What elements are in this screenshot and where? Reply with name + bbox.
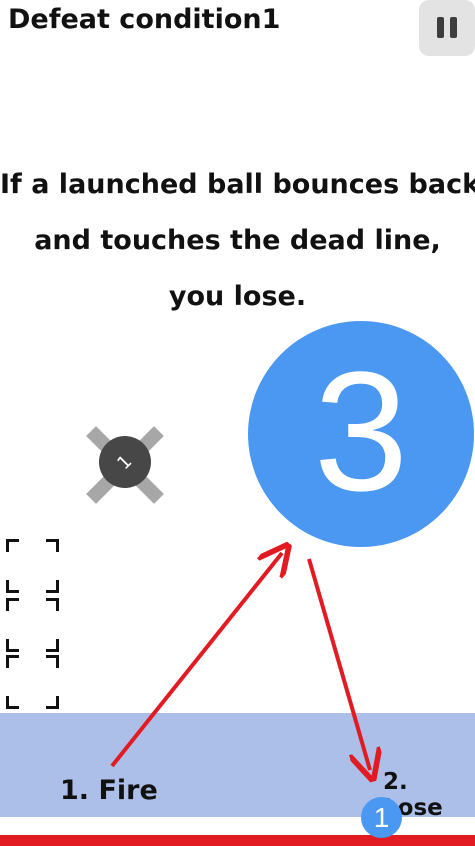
obstacle-hub: 1 [99,436,151,488]
instruction-line: and touches the dead line, [34,225,441,256]
launcher-ball-value: 1 [373,801,390,833]
instruction-line: If a launched ball bounces back [0,169,475,200]
obstacle-value: 1 [113,450,137,474]
fire-label: 1. Fire [60,775,158,806]
target-ball: 3 [248,321,474,547]
empty-slot [6,539,59,593]
empty-slot [6,598,59,652]
defeat-instruction: If a launched ball bounces back and touc… [0,157,475,325]
empty-slot [6,655,59,709]
dead-line [0,835,475,846]
launcher-ball[interactable]: 1 [361,797,402,838]
pause-button[interactable] [419,0,475,56]
pause-icon-bar [450,17,457,38]
pause-icon [437,17,444,38]
obstacle-cross: 1 [80,417,170,507]
page-title: Defeat condition1 [8,4,281,35]
instruction-line: you lose. [168,281,307,312]
target-ball-value: 3 [313,337,409,527]
